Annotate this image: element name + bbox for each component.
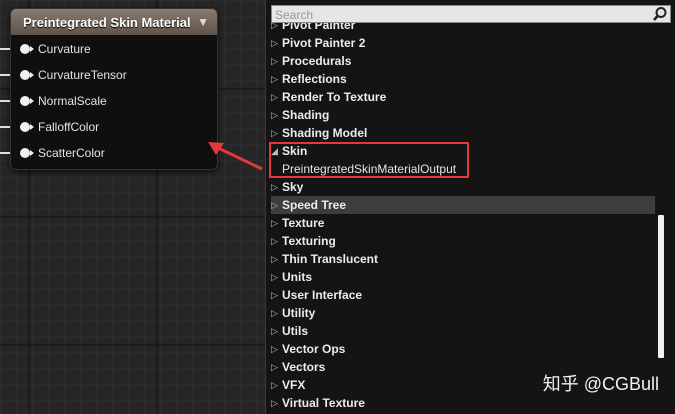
list-item[interactable]: ▷ Thin Translucent	[271, 250, 655, 268]
list-item[interactable]: ▷ User Interface	[271, 286, 655, 304]
pin-icon[interactable]	[20, 148, 34, 158]
pin-icon[interactable]	[20, 44, 34, 54]
pin-icon[interactable]	[20, 96, 34, 106]
expand-icon[interactable]: ▷	[271, 182, 280, 193]
category-label: User Interface	[282, 288, 363, 302]
leaf-label: PreintegratedSkinMaterialOutput	[282, 162, 457, 176]
wire	[0, 100, 10, 102]
pin-label: NormalScale	[38, 94, 107, 108]
list-item[interactable]: ▷ Pivot Painter 2	[271, 34, 655, 52]
pin-label: CurvatureTensor	[38, 68, 127, 82]
pin-falloff-color[interactable]: FalloffColor	[20, 117, 99, 137]
expand-icon[interactable]: ▷	[271, 272, 280, 283]
pin-curvature[interactable]: Curvature	[20, 39, 91, 59]
expand-icon[interactable]: ▷	[271, 254, 280, 265]
pin-label: ScatterColor	[38, 146, 105, 160]
list-item[interactable]: ▷ Pivot Painter	[271, 23, 655, 34]
wire	[0, 74, 10, 76]
list-item-selected[interactable]: ▷ Speed Tree	[271, 196, 655, 214]
expand-icon[interactable]: ▷	[271, 398, 280, 409]
expand-icon[interactable]: ▷	[271, 56, 280, 67]
expand-icon[interactable]: ▷	[271, 38, 280, 49]
pin-label: FalloffColor	[38, 120, 100, 134]
list-item[interactable]: ▷ Virtual Texture	[271, 394, 655, 412]
expand-icon[interactable]: ▷	[271, 200, 280, 211]
category-label: Render To Texture	[282, 90, 387, 104]
expand-icon[interactable]: ▷	[271, 110, 280, 121]
list-item[interactable]: ▷ Texture	[271, 214, 655, 232]
expand-icon[interactable]: ▷	[271, 74, 280, 85]
wire	[0, 48, 10, 50]
list-item[interactable]: ▷ Vector Ops	[271, 340, 655, 358]
collapse-icon[interactable]: ▼	[197, 15, 209, 29]
expand-icon[interactable]: ▷	[271, 326, 280, 337]
category-label: Vectors	[282, 360, 326, 374]
expand-icon[interactable]: ▷	[271, 308, 280, 319]
expand-icon[interactable]: ▷	[271, 344, 280, 355]
category-label: Vector Ops	[282, 342, 346, 356]
category-label: Procedurals	[282, 54, 352, 68]
annotation-arrow	[208, 142, 263, 171]
pin-icon[interactable]	[20, 122, 34, 132]
pin-curvature-tensor[interactable]: CurvatureTensor	[20, 65, 127, 85]
node-title: Preintegrated Skin Material	[23, 14, 191, 30]
category-label: Pivot Painter	[282, 23, 356, 32]
category-label: Utility	[282, 306, 316, 320]
list-item[interactable]: ▷ Utils	[271, 322, 655, 340]
collapse-icon[interactable]: ◢	[271, 146, 280, 157]
list-item[interactable]: ▷ Render To Texture	[271, 88, 655, 106]
wire	[0, 126, 10, 128]
category-label: Texturing	[282, 234, 336, 248]
category-label: Shading Model	[282, 126, 368, 140]
scrollbar-thumb[interactable]	[658, 215, 664, 358]
category-label: Texture	[282, 216, 325, 230]
pin-icon[interactable]	[20, 70, 34, 80]
expand-icon[interactable]: ▷	[271, 128, 280, 139]
expand-icon[interactable]: ▷	[271, 362, 280, 373]
expand-icon[interactable]: ▷	[271, 23, 280, 31]
search-input[interactable]	[272, 7, 645, 23]
expand-icon[interactable]: ▷	[271, 92, 280, 103]
list-item[interactable]: ▷ Units	[271, 268, 655, 286]
list-item[interactable]: ▷ Reflections	[271, 70, 655, 88]
pin-normal-scale[interactable]: NormalScale	[20, 91, 107, 111]
search-icon[interactable]	[652, 6, 668, 22]
watermark: 知乎 @CGBull	[542, 374, 659, 394]
category-label: Reflections	[282, 72, 347, 86]
category-label: Speed Tree	[282, 198, 347, 212]
list-item-expanded[interactable]: ◢ Skin	[271, 142, 655, 160]
node-palette-panel: ▷ Pivot Painter ▷ Pivot Painter 2 ▷ Proc…	[265, 0, 675, 414]
wire	[0, 152, 10, 154]
category-label: Units	[282, 270, 312, 284]
category-label: Virtual Texture	[282, 396, 365, 410]
list-item[interactable]: ▷ Utility	[271, 304, 655, 322]
expand-icon[interactable]: ▷	[271, 380, 280, 391]
pin-label: Curvature	[38, 42, 91, 56]
list-item[interactable]: ▷ Procedurals	[271, 52, 655, 70]
expand-icon[interactable]: ▷	[271, 218, 280, 229]
category-label: Pivot Painter 2	[282, 36, 366, 50]
list-item[interactable]: ▷ Texturing	[271, 232, 655, 250]
list-item[interactable]: ▷ Sky	[271, 178, 655, 196]
node-header[interactable]: Preintegrated Skin Material ▼	[11, 9, 217, 35]
list-item[interactable]: ▷ Shading	[271, 106, 655, 124]
category-label: Utils	[282, 324, 309, 338]
search-box[interactable]	[271, 5, 671, 23]
category-label: Skin	[282, 144, 308, 158]
category-label: Thin Translucent	[282, 252, 379, 266]
list-item-leaf[interactable]: PreintegratedSkinMaterialOutput	[271, 160, 655, 178]
category-list: ▷ Pivot Painter ▷ Pivot Painter 2 ▷ Proc…	[266, 23, 658, 414]
expand-icon[interactable]: ▷	[271, 236, 280, 247]
list-item[interactable]: ▷ Shading Model	[271, 124, 655, 142]
expand-icon[interactable]: ▷	[271, 290, 280, 301]
pin-scatter-color[interactable]: ScatterColor	[20, 143, 105, 163]
category-label: VFX	[282, 378, 306, 392]
category-label: Sky	[282, 180, 304, 194]
category-label: Shading	[282, 108, 330, 122]
